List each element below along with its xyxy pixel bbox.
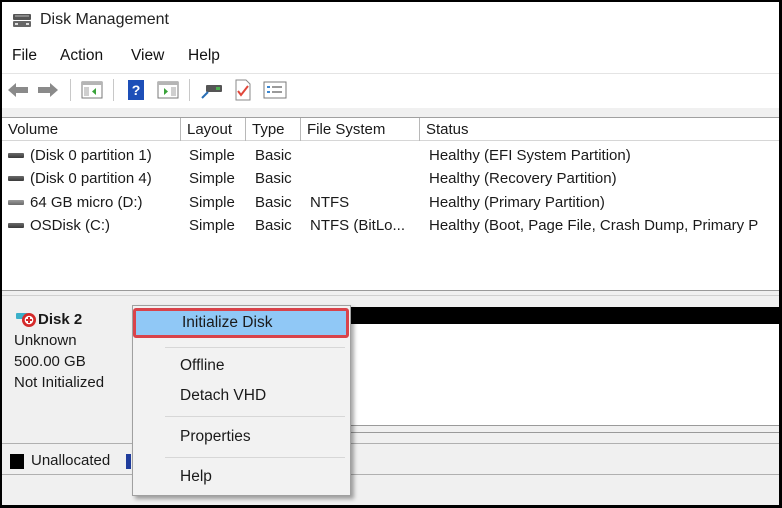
- menu-divider: [2, 73, 779, 74]
- connect-virtual-disk-icon[interactable]: [200, 79, 222, 101]
- toolbar: ?: [2, 76, 779, 106]
- column-header-status[interactable]: Status: [420, 118, 779, 141]
- menu-file[interactable]: File: [12, 47, 37, 65]
- show-hide-action-pane-icon[interactable]: [157, 79, 179, 101]
- show-hide-console-tree-icon[interactable]: [81, 79, 103, 101]
- volume-icon: [8, 176, 24, 181]
- cell-layout: Simple: [189, 217, 235, 234]
- volume-icon: [8, 223, 24, 228]
- table-row[interactable]: (Disk 0 partition 4) Simple Basic Health…: [2, 167, 779, 190]
- table-row[interactable]: 64 GB micro (D:) Simple Basic NTFS Healt…: [2, 191, 779, 214]
- disk-info-panel[interactable]: Disk 2 Unknown 500.00 GB Not Initialized: [2, 296, 142, 436]
- cell-volume: OSDisk (C:): [30, 217, 110, 234]
- volume-list-header: Volume Layout Type File System Status: [2, 117, 779, 141]
- svg-text:?: ?: [132, 82, 141, 98]
- checklist-icon[interactable]: [232, 79, 254, 101]
- disk-state: Not Initialized: [14, 374, 105, 391]
- volume-icon: [8, 200, 24, 205]
- menu-action[interactable]: Action: [60, 47, 103, 65]
- menu-bar: File Action View Help: [2, 44, 779, 70]
- toolbar-separator: [70, 79, 71, 101]
- cell-status: Healthy (Boot, Page File, Crash Dump, Pr…: [429, 217, 759, 234]
- toolbar-separator: [189, 79, 190, 101]
- title-bar: Disk Management: [2, 2, 779, 38]
- cell-status: Healthy (Recovery Partition): [429, 170, 617, 187]
- table-row[interactable]: (Disk 0 partition 1) Simple Basic Health…: [2, 144, 779, 167]
- column-header-volume[interactable]: Volume: [2, 118, 181, 141]
- disk-name: Disk 2: [38, 311, 83, 328]
- column-header-type[interactable]: Type: [246, 118, 301, 141]
- menu-separator: [165, 457, 345, 458]
- column-header-layout[interactable]: Layout: [181, 118, 246, 141]
- legend-swatch-primary: [126, 454, 131, 469]
- cell-file-system: NTFS (BitLo...: [310, 217, 406, 234]
- menu-item-properties[interactable]: Properties: [135, 422, 348, 452]
- menu-item-offline[interactable]: Offline: [135, 351, 348, 381]
- forward-arrow-icon[interactable]: [36, 79, 58, 101]
- cell-status: Healthy (Primary Partition): [429, 194, 605, 211]
- legend-swatch-unallocated: [10, 454, 24, 469]
- legend-bar: Unallocated: [2, 443, 779, 475]
- cell-layout: Simple: [189, 147, 235, 164]
- toolbar-separator: [113, 79, 114, 101]
- volume-icon: [8, 153, 24, 158]
- disk-type: Unknown: [14, 332, 77, 349]
- back-arrow-icon[interactable]: [6, 79, 28, 101]
- menu-item-help[interactable]: Help: [135, 462, 348, 492]
- properties-list-icon[interactable]: [263, 79, 287, 101]
- cell-type: Basic: [255, 217, 292, 234]
- context-menu: Initialize Disk Offline Detach VHD Prope…: [132, 305, 351, 496]
- disk-not-initialized-icon: [16, 311, 36, 327]
- disk-graphical-pane: Disk 2 Unknown 500.00 GB Not Initialized…: [2, 296, 779, 505]
- cell-volume: (Disk 0 partition 1): [30, 147, 152, 164]
- cell-type: Basic: [255, 147, 292, 164]
- cell-type: Basic: [255, 194, 292, 211]
- menu-separator: [165, 347, 345, 348]
- cell-type: Basic: [255, 170, 292, 187]
- disk-size: 500.00 GB: [14, 353, 86, 370]
- cell-status: Healthy (EFI System Partition): [429, 147, 631, 164]
- cell-file-system: NTFS: [310, 194, 350, 211]
- help-icon[interactable]: ?: [125, 79, 147, 101]
- menu-view[interactable]: View: [131, 47, 164, 65]
- window-title: Disk Management: [40, 11, 169, 28]
- disk-management-window: Disk Management File Action View Help ?: [2, 2, 779, 505]
- legend-label-unallocated: Unallocated: [31, 452, 111, 469]
- cell-layout: Simple: [189, 170, 235, 187]
- menu-help[interactable]: Help: [188, 47, 220, 65]
- cell-volume: (Disk 0 partition 4): [30, 170, 152, 187]
- menu-separator: [165, 416, 345, 417]
- volume-list: Volume Layout Type File System Status (D…: [2, 117, 779, 292]
- cell-layout: Simple: [189, 194, 235, 211]
- table-row[interactable]: OSDisk (C:) Simple Basic NTFS (BitLo... …: [2, 214, 779, 237]
- column-header-file-system[interactable]: File System: [301, 118, 420, 141]
- cell-volume: 64 GB micro (D:): [30, 194, 143, 211]
- menu-item-detach-vhd[interactable]: Detach VHD: [135, 381, 348, 411]
- disk-management-icon: [12, 12, 32, 28]
- menu-item-initialize-disk[interactable]: Initialize Disk: [133, 308, 349, 338]
